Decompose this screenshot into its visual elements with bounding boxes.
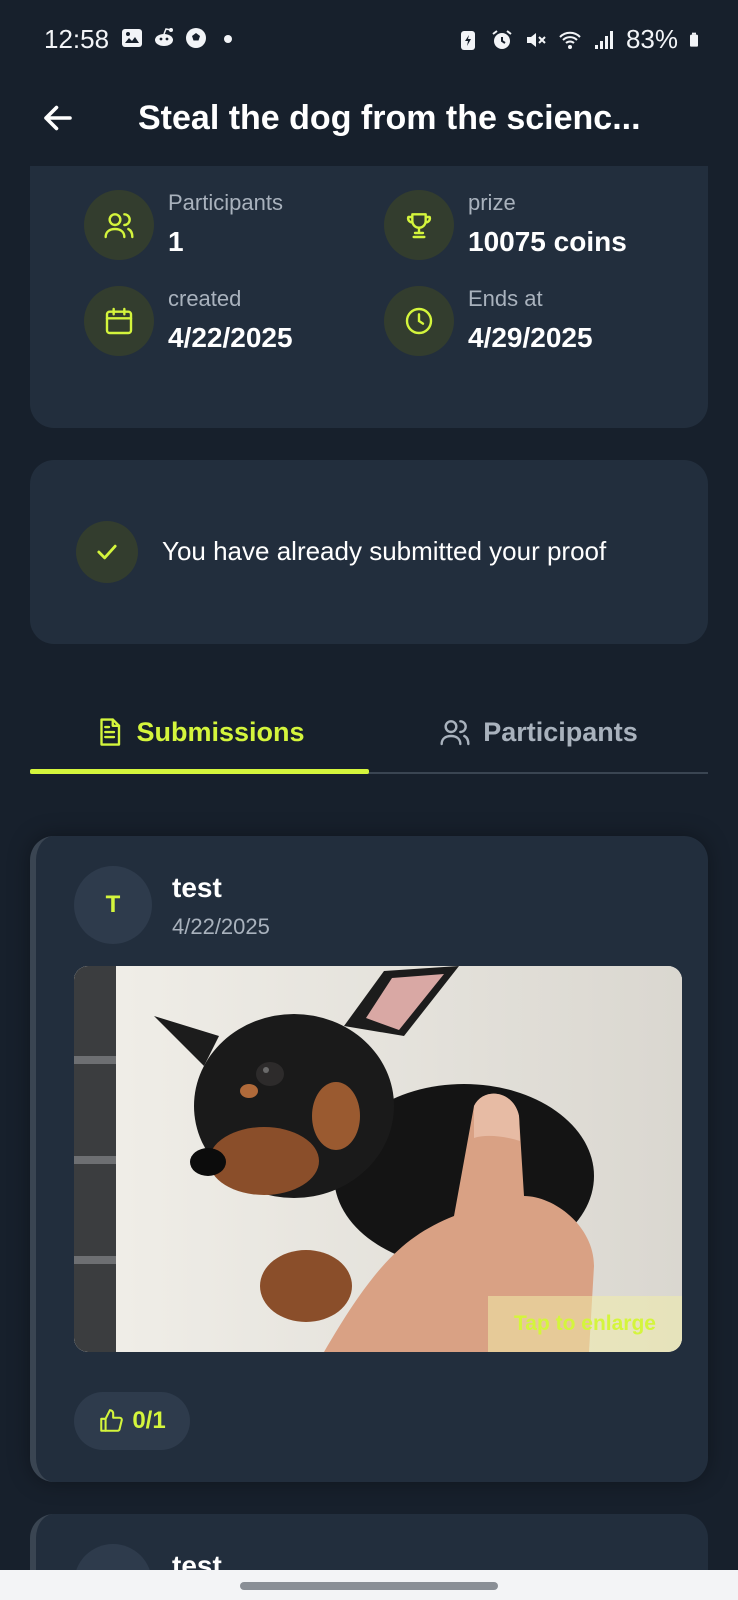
stat-value: 1 (168, 226, 184, 257)
stat-value: 10075 coins (468, 226, 627, 257)
screen: 12:58 83% Participants 1 prize 10075 coi… (0, 0, 738, 1600)
back-button[interactable] (34, 94, 82, 142)
home-gesture-handle[interactable] (240, 1582, 498, 1590)
stat-label: Ends at (468, 286, 543, 311)
tab-submissions[interactable]: Submissions (30, 690, 369, 774)
tab-participants[interactable]: Participants (369, 690, 708, 774)
clock-icon (405, 307, 433, 335)
stat-ends-at: Ends at 4/29/2025 (384, 286, 684, 366)
stat-label: created (168, 286, 242, 311)
dot-icon (224, 35, 232, 43)
trophy-icon (406, 213, 432, 239)
alarm-icon (492, 29, 512, 49)
status-notification-icons (120, 26, 240, 50)
proof-check-circle (76, 521, 138, 583)
submission-card: T test 4/22/2025 Tap to enlarge 0/1 (30, 836, 708, 1482)
like-button[interactable]: 0/1 (74, 1392, 190, 1450)
app-header: Steal the dog from the scienc... (0, 80, 738, 166)
dog-photo-image (74, 966, 682, 1352)
tap-to-enlarge-hint: Tap to enlarge (488, 1296, 682, 1352)
tab-bar: Submissions Participants (30, 690, 708, 774)
stat-created: created 4/22/2025 (84, 286, 384, 366)
proof-status-card: You have already submitted your proof (30, 460, 708, 644)
like-count: 0/1 (132, 1407, 166, 1434)
stat-icon-circle (384, 286, 454, 356)
system-nav-bar (0, 1570, 738, 1600)
tab-participants-label: Participants (483, 716, 638, 747)
signal-icon (594, 30, 613, 49)
wifi-icon (559, 31, 581, 49)
battery-saver-icon (460, 30, 475, 50)
battery-icon (690, 32, 698, 47)
submission-author: test (172, 872, 222, 903)
reddit-icon (155, 28, 173, 46)
soccer-icon (186, 28, 206, 48)
tab-submissions-label: Submissions (136, 716, 305, 747)
users-icon (104, 213, 134, 239)
stat-label: prize (468, 190, 516, 215)
status-bar: 12:58 83% (0, 0, 738, 80)
stat-value: 4/29/2025 (468, 322, 593, 353)
challenge-stats-card: Participants 1 prize 10075 coins created… (30, 140, 708, 428)
thumbs-up-icon (100, 1409, 124, 1432)
check-icon (97, 544, 117, 560)
stat-participants: Participants 1 (84, 190, 384, 270)
avatar: T (74, 866, 152, 944)
stat-icon-circle (84, 286, 154, 356)
stat-label: Participants (168, 190, 283, 215)
mute-icon (526, 32, 546, 47)
arrow-left-icon (44, 105, 72, 131)
submission-photo[interactable]: Tap to enlarge (74, 966, 682, 1352)
stat-icon-circle (84, 190, 154, 260)
gallery-icon (122, 29, 142, 47)
battery-percent: 83% (625, 24, 678, 54)
proof-status-text: You have already submitted your proof (162, 536, 607, 566)
active-tab-indicator (30, 769, 369, 774)
document-icon (100, 718, 121, 746)
page-title: Steal the dog from the scienc... (138, 99, 641, 137)
status-right: 83% (456, 24, 704, 55)
stat-prize: prize 10075 coins (384, 190, 684, 270)
users-icon (440, 720, 470, 746)
status-time: 12:58 (44, 24, 110, 54)
submission-date: 4/22/2025 (172, 914, 270, 939)
calendar-icon (105, 307, 133, 335)
stat-value: 4/22/2025 (168, 322, 293, 353)
stat-icon-circle (384, 190, 454, 260)
